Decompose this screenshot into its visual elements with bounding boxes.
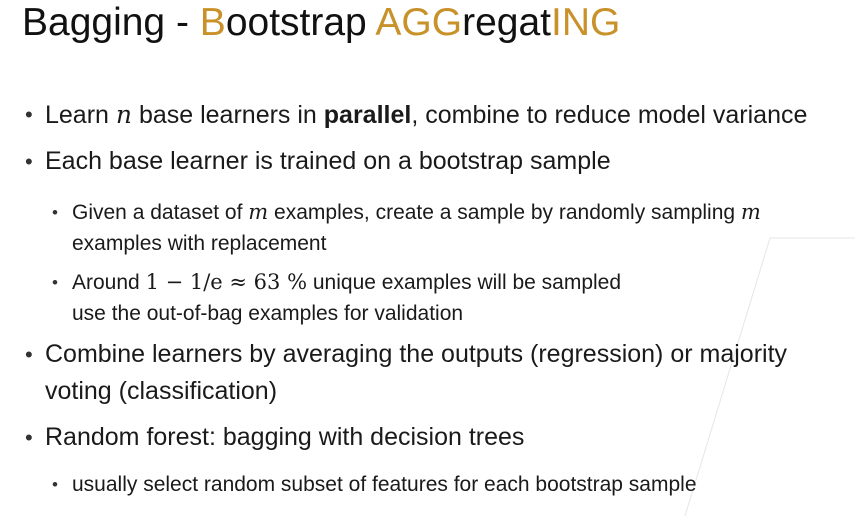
- sub-bullet-random-subset-features: • usually select random subset of feature…: [52, 469, 697, 500]
- slide: { "title": { "p1": "Bagging - ", "p2": "…: [0, 0, 855, 516]
- bullet-text: Combine learners by averaging the output…: [45, 340, 788, 368]
- bullet-dot: •: [25, 102, 33, 127]
- bullet-random-forest: • Random forest: bagging with decision tr…: [25, 419, 525, 456]
- bullet-text: examples, create a sample by randomly sa…: [268, 201, 741, 224]
- math-expression: 1 − 1/e ≈ 63 %: [145, 270, 308, 294]
- bullet-dot: •: [52, 475, 58, 494]
- bullet-dot: •: [25, 342, 33, 367]
- bullet-dot: •: [52, 203, 58, 222]
- sub-bullet-around-63-percent: • Around 1 − 1/e ≈ 63 % unique examples w…: [52, 267, 622, 329]
- bullet-text: Learn: [45, 101, 116, 129]
- bullet-text: base learners in: [132, 101, 324, 129]
- bullet-text-continuation: use the out-of-bag examples for validati…: [72, 302, 464, 325]
- bullet-dot: •: [52, 273, 58, 292]
- bullet-bootstrap-sample: • Each base learner is trained on a boots…: [25, 143, 611, 180]
- math-variable-m: m: [740, 200, 761, 224]
- bullet-text: , combine to reduce model variance: [411, 101, 808, 129]
- bullet-list: • Learn n base learners in parallel, comb…: [0, 0, 855, 516]
- bullet-text: Around: [72, 271, 146, 294]
- bullet-text: unique examples will be sampled: [307, 271, 622, 294]
- bold-text-parallel: parallel: [323, 101, 412, 129]
- bullet-learn-n-base-learners: • Learn n base learners in parallel, comb…: [25, 96, 808, 134]
- sub-bullet-given-dataset: • Given a dataset of m examples, create a…: [52, 197, 761, 259]
- bullet-text: usually select random subset of features…: [72, 473, 697, 496]
- bullet-text: Each base learner is trained on a bootst…: [45, 147, 611, 175]
- bullet-dot: •: [25, 425, 33, 450]
- math-variable-n: n: [115, 100, 132, 129]
- math-variable-m: m: [248, 200, 269, 224]
- bullet-text: Given a dataset of: [72, 201, 249, 224]
- bullet-text-continuation: examples with replacement: [72, 232, 327, 255]
- bullet-dot: •: [25, 149, 33, 174]
- bullet-text-continuation: voting (classification): [45, 377, 278, 405]
- bullet-text: Random forest: bagging with decision tre…: [45, 423, 525, 451]
- bullet-combine-learners: • Combine learners by averaging the outpu…: [25, 336, 788, 410]
